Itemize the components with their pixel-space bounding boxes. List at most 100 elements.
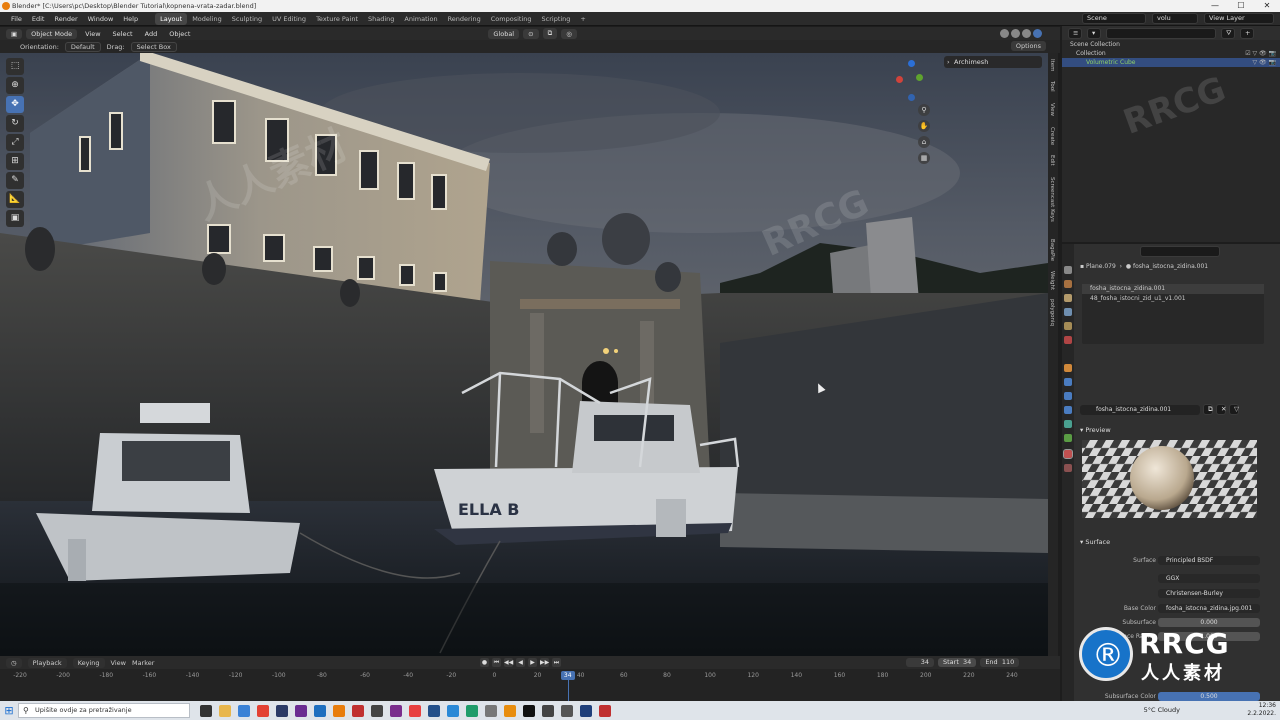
viewport-menu-object[interactable]: Object — [165, 30, 194, 38]
wireframe-shading-icon[interactable] — [1000, 29, 1009, 38]
world-tab-icon[interactable] — [1064, 336, 1072, 344]
surface-panel-header[interactable]: ▾ Surface — [1080, 538, 1110, 546]
property-value[interactable]: GGX — [1158, 574, 1260, 583]
taskbar-clock[interactable]: 12:36 2.2.2022. — [1247, 702, 1276, 718]
rendered-shading-icon[interactable] — [1033, 29, 1042, 38]
select-box-icon[interactable]: ⬚ — [6, 58, 24, 75]
add-workspace-button[interactable]: + — [575, 13, 590, 25]
filter-icon[interactable]: ⛛ — [1221, 27, 1235, 39]
data-tab-icon[interactable] — [1064, 434, 1072, 442]
navigation-gizmo[interactable]: ⚲ ✋ ⌂ ▦ — [892, 58, 930, 168]
current-frame-field[interactable]: 34 — [906, 658, 934, 667]
object-tab-icon[interactable] — [1064, 364, 1072, 372]
app-icon[interactable] — [504, 704, 516, 717]
output-tab-icon[interactable] — [1064, 294, 1072, 302]
pan-hand-icon[interactable]: ✋ — [918, 120, 930, 132]
menu-help[interactable]: Help — [118, 15, 143, 23]
transform-icon[interactable]: ⊞ — [6, 153, 24, 170]
jump-start-icon[interactable]: ⏮ — [492, 658, 501, 667]
material-slot[interactable]: fosha_istocna_zidina.001 — [1082, 284, 1264, 294]
camera-icon[interactable]: ⌂ — [918, 136, 930, 148]
tiktok-icon[interactable] — [523, 704, 535, 717]
workspace-tab-texture-paint[interactable]: Texture Paint — [311, 13, 363, 25]
scale-icon[interactable]: ⤢ — [6, 134, 24, 151]
outliner-display-mode-icon[interactable]: ▾ — [1087, 27, 1101, 39]
transform-orientation-selector[interactable]: Global — [488, 28, 520, 39]
playhead-line[interactable] — [567, 680, 569, 702]
outliner-search-input[interactable] — [1106, 27, 1216, 39]
preview-panel-header[interactable]: ▾ Preview — [1080, 426, 1111, 434]
prev-keyframe-icon[interactable]: ◀◀ — [504, 658, 513, 667]
material-tab-icon[interactable] — [1063, 449, 1073, 459]
weather-widget[interactable]: 5°C Cloudy — [1144, 706, 1180, 714]
archimesh-panel[interactable]: Archimesh — [944, 56, 1042, 68]
jump-end-icon[interactable]: ⏭ — [552, 658, 561, 667]
menu-file[interactable]: File — [6, 15, 27, 23]
workspace-tab-animation[interactable]: Animation — [399, 13, 442, 25]
sidebar-tab-view[interactable]: View — [1049, 103, 1055, 116]
workspace-tab-scripting[interactable]: Scripting — [537, 13, 576, 25]
app-icon[interactable] — [371, 704, 383, 717]
edge-icon[interactable] — [238, 704, 250, 717]
scene-tab-icon[interactable] — [1064, 322, 1072, 330]
texture-tab-icon[interactable] — [1064, 464, 1072, 472]
material-slot[interactable]: 48_fosha_istocni_zid_u1_v1.001 — [1082, 294, 1264, 304]
y-axis-icon[interactable] — [916, 74, 923, 81]
play-reverse-icon[interactable]: ◀ — [516, 658, 525, 667]
properties-search-input[interactable] — [1140, 246, 1220, 257]
timeline-editor-icon[interactable]: ◷ — [6, 657, 22, 668]
workspace-tab-sculpting[interactable]: Sculpting — [227, 13, 267, 25]
file-explorer-icon[interactable] — [219, 704, 231, 717]
app-icon[interactable] — [314, 704, 326, 717]
material-shading-icon[interactable] — [1022, 29, 1031, 38]
pivot-point-icon[interactable]: ⊙ — [523, 28, 539, 39]
property-value[interactable]: Principled BSDF — [1158, 556, 1260, 565]
timeline-menu-keying[interactable]: Keying — [72, 657, 105, 668]
minimize-button[interactable]: — — [1202, 0, 1228, 12]
visibility-icon[interactable]: ☑ ▽ 👁 📷 — [1245, 49, 1276, 58]
outliner-row-collection[interactable]: Collection ☑ ▽ 👁 📷 — [1062, 49, 1280, 58]
zoom-icon[interactable]: ⚲ — [918, 104, 930, 116]
solid-shading-icon[interactable] — [1011, 29, 1020, 38]
sidebar-tab-screencast[interactable]: Screencast Keys — [1049, 177, 1055, 222]
chrome-icon[interactable] — [257, 704, 269, 717]
app-icon[interactable] — [485, 704, 497, 717]
sidebar-tab-weight[interactable]: Weight — [1049, 271, 1055, 290]
view-layer-selector[interactable]: View Layer — [1204, 13, 1274, 24]
tool-tab-icon[interactable] — [1064, 266, 1072, 274]
measure-icon[interactable]: 📐 — [6, 191, 24, 208]
start-frame-field[interactable]: Start 34 — [938, 658, 977, 667]
modifier-tab-icon[interactable] — [1064, 378, 1072, 386]
menu-edit[interactable]: Edit — [27, 15, 50, 23]
workspace-tab-compositing[interactable]: Compositing — [486, 13, 537, 25]
material-filter-icon[interactable]: ▽ — [1229, 404, 1239, 415]
3d-viewport[interactable]: ELLA B RRCG RRCG 人人素材 — [0, 53, 1048, 656]
z-axis-icon[interactable] — [908, 60, 915, 67]
play-icon[interactable]: ▶ — [528, 658, 537, 667]
taskbar-search-input[interactable]: Upišite ovdje za pretraživanje — [18, 703, 190, 718]
maximize-button[interactable]: ☐ — [1228, 0, 1254, 12]
close-button[interactable]: ✕ — [1254, 0, 1280, 12]
proportional-editing-icon[interactable]: ◎ — [561, 28, 577, 39]
workspace-tab-modeling[interactable]: Modeling — [187, 13, 227, 25]
orientation-dropdown[interactable]: Default — [64, 41, 101, 52]
material-slot-list[interactable]: fosha_istocna_zidina.001 48_fosha_istocn… — [1082, 284, 1264, 344]
outliner-editor-icon[interactable]: ≡ — [1068, 27, 1082, 39]
app-icon[interactable] — [561, 704, 573, 717]
playhead-frame[interactable]: 34 — [560, 671, 575, 680]
new-collection-icon[interactable]: + — [1240, 27, 1254, 39]
physics-tab-icon[interactable] — [1064, 406, 1072, 414]
snap-icon[interactable]: ⧉ — [542, 28, 558, 39]
viewport-menu-view[interactable]: View — [81, 30, 104, 38]
cursor-icon[interactable]: ⊕ — [6, 77, 24, 94]
scene-selector[interactable]: Scene — [1082, 13, 1146, 24]
material-name-field[interactable]: fosha_istocna_zidina.001 — [1080, 404, 1200, 415]
drag-dropdown[interactable]: Select Box — [130, 41, 177, 52]
photoshop-icon[interactable] — [276, 704, 288, 717]
premiere-icon[interactable] — [295, 704, 307, 717]
sidebar-tab-edit[interactable]: Edit — [1049, 155, 1055, 166]
x-axis-icon[interactable] — [896, 76, 903, 83]
timeline-menu-playback[interactable]: Playback — [27, 657, 67, 668]
perspective-grid-icon[interactable]: ▦ — [918, 152, 930, 164]
visibility-icon[interactable]: ▽ 👁 📷 — [1252, 58, 1276, 67]
